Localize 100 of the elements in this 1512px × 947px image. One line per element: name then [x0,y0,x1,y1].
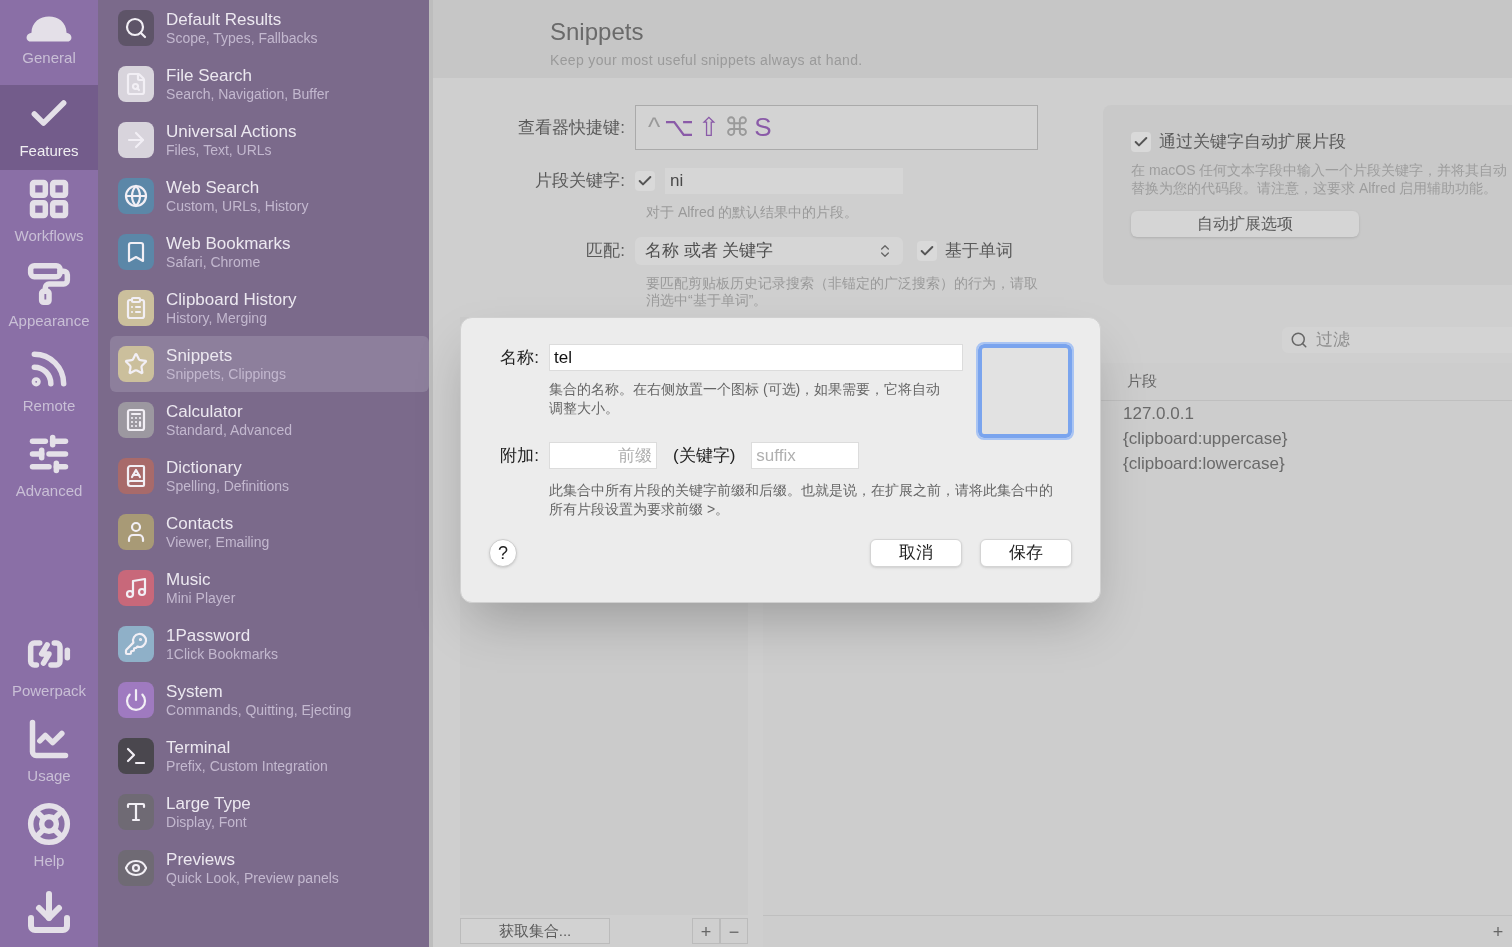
feature-title: Clipboard History [166,288,297,310]
search-icon [1290,331,1308,349]
checkbox[interactable] [1131,131,1151,152]
hotkey-symbol: ⌥ [664,111,695,144]
feature-item[interactable]: Snippets Snippets, Clippings [110,336,430,392]
feature-item[interactable]: Universal Actions Files, Text, URLs [110,112,430,168]
eye-icon [118,850,155,886]
feature-title: Universal Actions [166,120,297,142]
feature-title: Calculator [166,400,244,422]
table-cell-text: {clipboard:lowercase} [1123,453,1285,475]
feature-subtitle: Display, Font [166,813,248,832]
field-label: 附加: [499,444,540,467]
magnifier-icon [118,10,155,46]
page-title: Snippets [550,17,645,47]
feature-subtitle: Search, Navigation, Buffer [166,85,330,104]
feature-subtitle: 1Click Bookmarks [166,645,279,664]
feature-subtitle: Commands, Quitting, Ejecting [166,701,352,720]
feature-item[interactable]: Default Results Scope, Types, Fallbacks [110,0,430,56]
feature-subtitle: Safari, Chrome [166,253,262,272]
add-button[interactable]: + [692,918,720,944]
feature-item[interactable]: Web Search Custom, URLs, History [110,168,430,224]
document-search-icon [118,66,155,102]
sidebar-tab[interactable]: Powerpack [0,625,99,710]
match-dropdown[interactable]: 名称 或者 关键字 [635,237,903,265]
feature-item[interactable]: Calculator Standard, Advanced [110,392,430,448]
checkbox[interactable] [635,171,655,191]
feature-title: Contacts [166,512,235,534]
globe-bookmark-icon [118,234,155,270]
field-label: 查看器快捷键: [517,116,626,139]
feature-title: 1Password [166,624,252,646]
feature-item[interactable]: Dictionary Spelling, Definitions [110,448,430,504]
feature-subtitle: Snippets, Clippings [166,365,286,384]
help-button[interactable]: ? [489,539,517,567]
hint-text: 集合的名称。在右侧放置一个图标 (可选)，如果需要，它将自动调整大小。 [549,380,942,418]
sidebar-tab[interactable]: Features [0,85,99,170]
keyword-field[interactable]: ni [665,168,903,194]
filter-field[interactable]: 过滤 [1282,327,1512,353]
feature-item[interactable]: Terminal Prefix, Custom Integration [110,728,430,784]
hotkey-symbol: S [754,111,772,144]
hotkey-symbol: ^ [648,111,661,144]
sidebar-tab[interactable]: Remote [0,340,99,425]
sidebar-tab[interactable]: Help [0,795,99,880]
checkbox-label: 基于单词 [945,240,1013,263]
feature-item[interactable]: Web Bookmarks Safari, Chrome [110,224,430,280]
power-icon [118,682,155,718]
feature-title: Web Bookmarks [166,232,291,254]
calculator-icon [118,402,155,438]
feature-subtitle: Files, Text, URLs [166,141,273,160]
music-note-icon [118,570,155,606]
dictionary-book-icon [118,458,155,494]
feature-subtitle: Standard, Advanced [166,421,293,440]
fetch-collections-button[interactable]: 获取集合... [460,918,610,944]
field-label: 匹配: [585,240,626,263]
feature-title: System [166,680,224,702]
feature-item[interactable]: File Search Search, Navigation, Buffer [110,56,430,112]
add-button[interactable]: + [1484,918,1512,945]
remove-button[interactable]: − [720,918,748,944]
table-cell-text: {clipboard:uppercase} [1123,428,1288,450]
feature-title: Large Type [166,792,251,814]
feature-subtitle: Spelling, Definitions [166,477,290,496]
column-header: 片段 [1127,371,1157,392]
feature-item[interactable]: Contacts Viewer, Emailing [110,504,430,560]
hotkey-symbol: ⌘ [724,111,751,144]
hat-icon [26,15,73,44]
sidebar-tab[interactable]: Workflows [0,170,99,255]
feature-item[interactable]: Clipboard History History, Merging [110,280,430,336]
sidebar-tab[interactable]: Usage [0,710,99,795]
name-field[interactable]: tel [549,344,963,371]
field-label: 片段关键字: [534,170,626,193]
feature-subtitle: Prefix, Custom Integration [166,757,328,776]
terminal-icon [118,738,155,774]
feature-title: Default Results [166,8,283,30]
sidebar-tab[interactable]: Advanced [0,425,99,510]
sidebar-tab[interactable]: General [0,0,99,85]
feature-item[interactable]: Previews Quick Look, Preview panels [110,840,430,896]
hotkey-symbol: ⇧ [698,111,721,144]
feature-subtitle: Viewer, Emailing [166,533,270,552]
hotkey-field[interactable]: ^⌥⇧⌘S [635,105,1038,150]
sidebar-tab[interactable]: Appearance [0,255,99,340]
feature-subtitle: Scope, Types, Fallbacks [166,29,318,48]
keyword-label: (关键字) [673,444,736,467]
suffix-field[interactable]: suffix [751,442,860,469]
checkbox-label: 通过关键字自动扩展片段 [1159,131,1346,153]
auto-expand-options-button[interactable]: 自动扩展选项 [1131,210,1359,237]
feature-item[interactable]: System Commands, Quitting, Ejecting [110,672,430,728]
feature-subtitle: Mini Player [166,589,236,608]
feature-item[interactable]: Music Mini Player [110,560,430,616]
prefix-field[interactable]: 前缀 [549,442,657,469]
checkbox[interactable] [917,241,937,261]
feature-title: Music [166,568,212,590]
feature-title: Previews [166,848,237,870]
feature-title: Terminal [166,736,232,758]
hint-text: 此集合中所有片段的关键字前缀和后缀。也就是说，在扩展之前，请将此集合中的所有片段设置为要求前缀 >。 [549,481,1054,519]
feature-item[interactable]: Large Type Display, Font [110,784,430,840]
dialog-button[interactable]: 取消 [870,539,962,567]
feature-item[interactable]: 1Password 1Click Bookmarks [110,616,430,672]
dialog-button[interactable]: 保存 [980,539,1072,567]
feature-title: File Search [166,64,254,86]
clipboard-icon [118,290,155,326]
feature-subtitle: Custom, URLs, History [166,197,309,216]
